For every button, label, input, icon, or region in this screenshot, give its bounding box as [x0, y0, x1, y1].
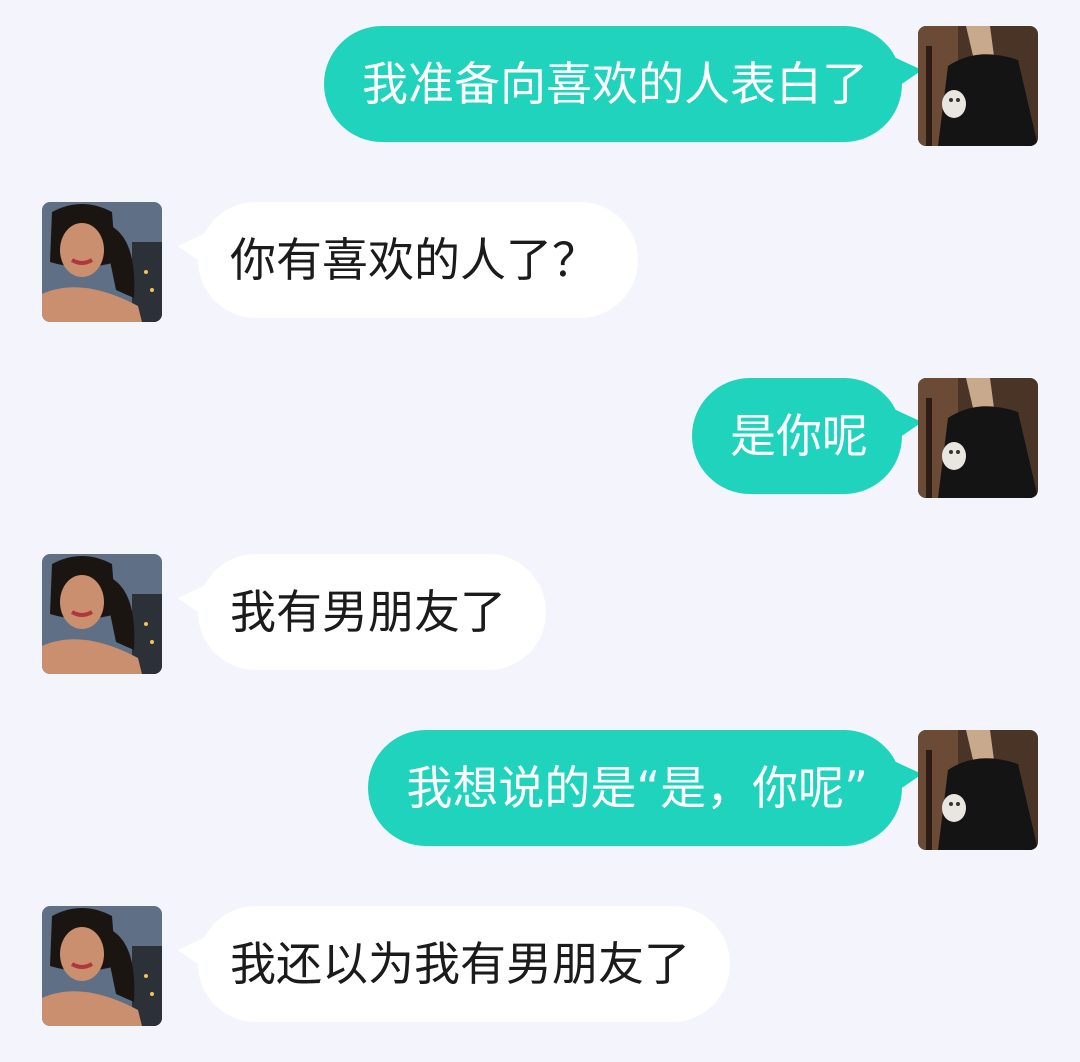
- self-avatar[interactable]: [918, 378, 1038, 498]
- contact-avatar[interactable]: [42, 202, 162, 322]
- message-row-received: 我有男朋友了: [0, 554, 1080, 674]
- contact-avatar-image: [42, 906, 162, 1026]
- self-avatar[interactable]: [918, 26, 1038, 146]
- message-row-sent: 我想说的是“是，你呢”: [0, 730, 1080, 850]
- message-bubble-sent[interactable]: 我想说的是“是，你呢”: [368, 730, 922, 846]
- message-row-received: 你有喜欢的人了？: [0, 202, 1080, 322]
- chat-thread: 我准备向喜欢的人表白了 你有喜欢的人了？ 是你呢 我有男朋友了 我想说的是“是，…: [0, 0, 1080, 1062]
- message-bubble-received[interactable]: 我有男朋友了: [178, 554, 546, 670]
- message-row-sent: 我准备向喜欢的人表白了: [0, 26, 1080, 146]
- contact-avatar[interactable]: [42, 906, 162, 1026]
- message-row-sent: 是你呢: [0, 378, 1080, 498]
- self-avatar-image: [918, 378, 1038, 498]
- self-avatar-image: [918, 730, 1038, 850]
- contact-avatar[interactable]: [42, 554, 162, 674]
- contact-avatar-image: [42, 202, 162, 322]
- message-bubble-sent[interactable]: 是你呢: [692, 378, 922, 494]
- self-avatar-image: [918, 26, 1038, 146]
- contact-avatar-image: [42, 554, 162, 674]
- message-row-received: 我还以为我有男朋友了: [0, 906, 1080, 1026]
- message-bubble-received[interactable]: 我还以为我有男朋友了: [178, 906, 730, 1022]
- message-bubble-sent[interactable]: 我准备向喜欢的人表白了: [324, 26, 922, 142]
- self-avatar[interactable]: [918, 730, 1038, 850]
- message-bubble-received[interactable]: 你有喜欢的人了？: [178, 202, 638, 318]
